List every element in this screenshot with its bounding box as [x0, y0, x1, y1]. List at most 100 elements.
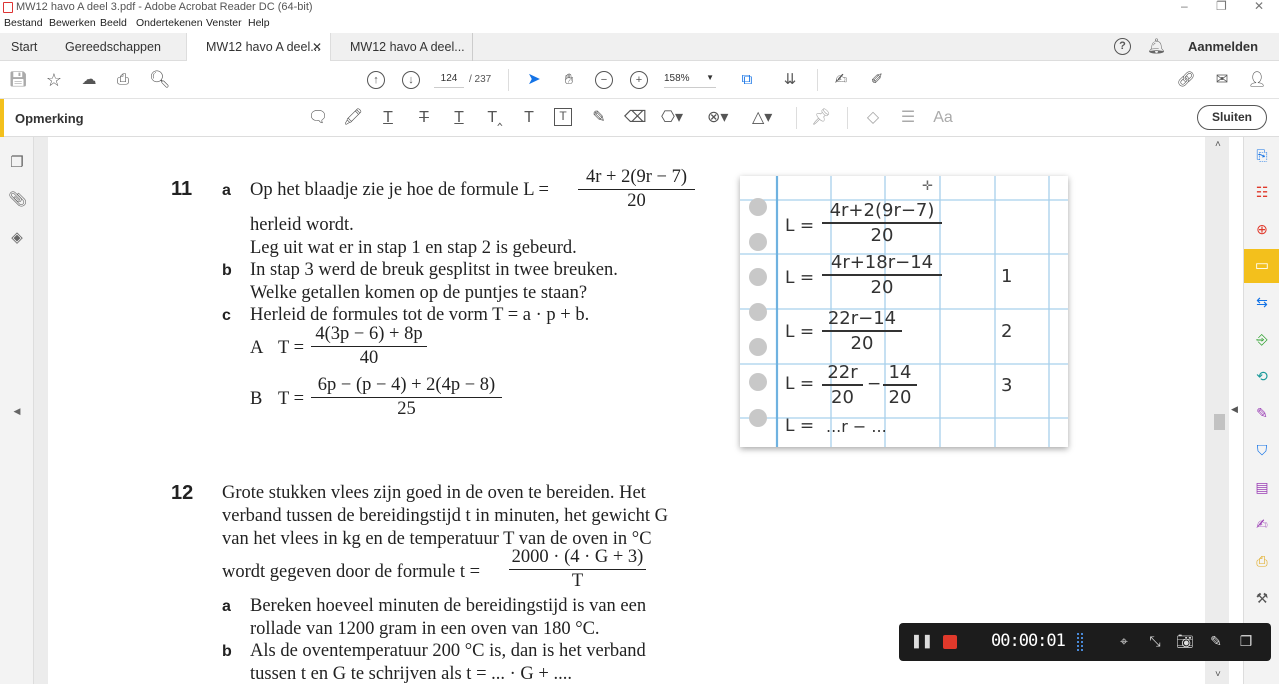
- star-icon[interactable]: ☆: [44, 70, 64, 90]
- q12b-text-2: tussen t en G te schrijven als t = ... ·…: [250, 664, 572, 684]
- window-icon[interactable]: ❐: [1237, 633, 1255, 650]
- menu-venster[interactable]: Venster: [206, 17, 242, 29]
- stamp-icon[interactable]: ⎔▾: [661, 108, 683, 128]
- nb-row3-den: 20: [850, 333, 874, 354]
- hand-icon[interactable]: ✋︎: [559, 70, 579, 90]
- insert-text-icon[interactable]: T‸: [485, 108, 505, 128]
- font-size-icon[interactable]: Aa: [933, 108, 953, 128]
- menu-beeld[interactable]: Beeld: [100, 17, 127, 29]
- menu-help[interactable]: Help: [248, 17, 270, 29]
- layers-icon[interactable]: ◈: [8, 229, 26, 247]
- certificate-icon[interactable]: ✍︎: [1253, 515, 1271, 533]
- eraser-icon[interactable]: ⌫: [624, 108, 647, 128]
- scan-icon[interactable]: ⟲: [1253, 367, 1271, 385]
- pages-icon[interactable]: ❐: [8, 154, 26, 172]
- tab-start[interactable]: Start: [11, 33, 37, 61]
- sticky-note-icon[interactable]: 🗨︎: [308, 108, 328, 128]
- target-icon[interactable]: ⌖: [1115, 633, 1133, 650]
- save-icon[interactable]: 💾︎: [8, 70, 28, 90]
- scroll-mode-icon[interactable]: ⇊: [780, 70, 800, 90]
- scroll-thumb[interactable]: [1214, 414, 1225, 430]
- select-cursor-icon[interactable]: ➤: [524, 70, 544, 90]
- camera-icon[interactable]: 📷︎: [1176, 633, 1194, 650]
- combine-files-icon[interactable]: ⇆: [1253, 293, 1271, 311]
- draw-icon[interactable]: ✎: [1207, 633, 1225, 650]
- fill-sign-icon[interactable]: ✐: [867, 70, 887, 90]
- line-weight-icon[interactable]: ☰: [898, 108, 918, 128]
- close-comment-button[interactable]: Sluiten: [1197, 105, 1267, 130]
- sign-icon[interactable]: ✍︎: [831, 70, 851, 90]
- nb-row2-den: 20: [870, 277, 894, 298]
- export-pdf-icon[interactable]: ⊕: [1253, 220, 1271, 238]
- zoom-out-icon[interactable]: −: [595, 71, 613, 89]
- q11b-label: b: [222, 262, 232, 279]
- maximize-icon[interactable]: ❐: [1216, 0, 1227, 13]
- fill-color-icon[interactable]: ◇: [863, 108, 883, 128]
- shapes-icon[interactable]: △▾: [752, 108, 772, 128]
- cloud-upload-icon[interactable]: ☁: [79, 70, 99, 90]
- menu-bar: Bestand Bewerken Beeld Ondertekenen Vens…: [0, 15, 1279, 33]
- menu-bestand[interactable]: Bestand: [4, 17, 43, 29]
- scroll-down-icon[interactable]: ˅: [1215, 669, 1221, 680]
- replace-text-icon[interactable]: T̲: [449, 108, 469, 128]
- q12-fraction: 2000 · (4 · G + 3) T: [509, 547, 646, 592]
- page-layout-icon[interactable]: ⧉: [737, 70, 757, 90]
- q12a-label: a: [222, 598, 231, 615]
- menu-ondertekenen[interactable]: Ondertekenen: [136, 17, 203, 29]
- pause-icon[interactable]: ❚❚: [911, 633, 933, 649]
- zoom-dropdown[interactable]: 158% ▼: [664, 73, 716, 88]
- strikethrough-text-icon[interactable]: T: [414, 108, 434, 128]
- tab-close-icon[interactable]: ✕: [312, 33, 322, 61]
- mail-icon[interactable]: ✉: [1212, 70, 1232, 90]
- q11cB-numerator: 6p − (p − 4) + 2(4p − 8): [311, 375, 502, 398]
- organize-pages-icon[interactable]: ☷: [1253, 183, 1271, 201]
- zoom-in-icon[interactable]: +: [630, 71, 648, 89]
- scroll-up-icon[interactable]: ˄: [1215, 139, 1221, 150]
- pin-icon[interactable]: 📌︎: [811, 108, 831, 128]
- tab-document-active[interactable]: MW12 havo A deel... ✕: [186, 33, 331, 61]
- signin-button[interactable]: Aanmelden: [1188, 39, 1258, 54]
- expand-right-icon[interactable]: ◀: [1231, 404, 1238, 415]
- protect-icon[interactable]: ⛉: [1253, 441, 1271, 459]
- tab-tools[interactable]: Gereedschappen: [65, 33, 161, 61]
- attachment-icon[interactable]: 📎︎: [8, 191, 27, 209]
- page-number-input[interactable]: 124: [434, 73, 464, 88]
- text-box-icon[interactable]: T: [554, 108, 572, 126]
- q12-text-1: Grote stukken vlees zijn goed in de oven…: [222, 483, 646, 503]
- previous-page-icon[interactable]: ↑: [367, 71, 385, 89]
- add-text-icon[interactable]: T: [519, 108, 539, 128]
- tab-document-2[interactable]: MW12 havo A deel...: [331, 33, 473, 61]
- underline-text-icon[interactable]: T: [378, 108, 398, 128]
- minimize-bar-icon[interactable]: ⤡: [1146, 633, 1164, 650]
- bell-icon[interactable]: 🔔︎: [1147, 37, 1166, 55]
- link-icon[interactable]: 🔗︎: [1176, 70, 1196, 90]
- next-page-icon[interactable]: ↓: [402, 71, 420, 89]
- fill-sign-tool-icon[interactable]: ✎: [1253, 404, 1271, 422]
- q11cA-eq: T =: [278, 338, 305, 358]
- pencil-icon[interactable]: ✎: [589, 108, 609, 128]
- help-icon[interactable]: ?: [1114, 38, 1131, 55]
- edit-pdf-icon[interactable]: ⎆: [1253, 330, 1271, 348]
- left-nav-panel: ❐ 📎︎ ◈ ◀: [0, 137, 34, 684]
- q12-text-4: wordt gegeven door de formule t =: [222, 562, 481, 582]
- stop-record-icon[interactable]: [943, 635, 957, 649]
- expand-left-icon[interactable]: ◀: [8, 402, 26, 420]
- highlighter-icon[interactable]: 🖍︎: [343, 108, 363, 128]
- close-icon[interactable]: ✕: [1254, 0, 1264, 13]
- q12b-label: b: [222, 643, 232, 660]
- menu-bewerken[interactable]: Bewerken: [49, 17, 96, 29]
- q11a-numerator: 4r + 2(9r − 7): [578, 167, 695, 190]
- create-pdf-icon[interactable]: ⎘: [1253, 146, 1271, 164]
- nb-step-2: 2: [1001, 321, 1013, 342]
- minimize-icon[interactable]: –: [1181, 0, 1188, 13]
- q12a-text-1: Bereken hoeveel minuten de bereidingstij…: [250, 596, 647, 616]
- attach-icon[interactable]: ⊗▾: [707, 108, 728, 128]
- share-user-icon[interactable]: 👤︎: [1247, 70, 1267, 90]
- send-for-review-icon[interactable]: ⎙: [1253, 552, 1271, 570]
- vertical-scrollbar[interactable]: ˄ ˅: [1211, 137, 1229, 684]
- redact-icon[interactable]: ▤: [1253, 478, 1271, 496]
- search-icon[interactable]: 🔍︎: [149, 70, 171, 90]
- print-icon[interactable]: ⎙: [113, 70, 133, 90]
- tools-more-icon[interactable]: ⚒: [1253, 589, 1271, 607]
- question-12-number: 12: [171, 482, 194, 504]
